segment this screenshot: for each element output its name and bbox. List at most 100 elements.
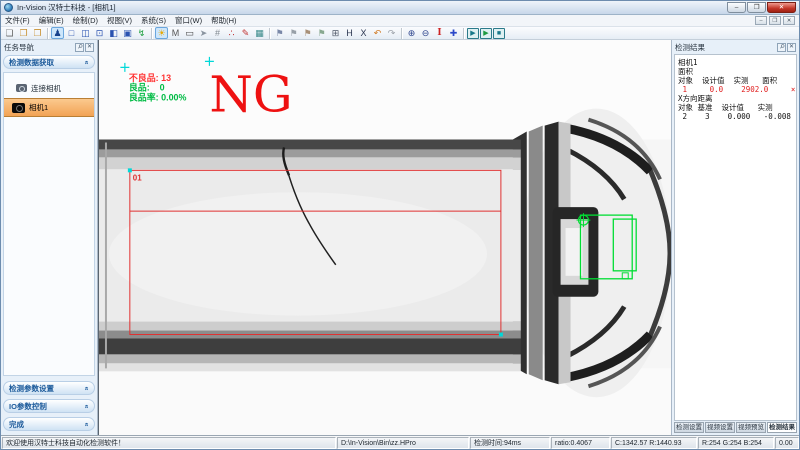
menu-item[interactable]: 系统(S) bbox=[141, 15, 166, 26]
menu-item[interactable]: 绘制(D) bbox=[73, 15, 98, 26]
collapse-chevron-icon[interactable]: » bbox=[84, 404, 91, 408]
menu-item[interactable]: 窗口(W) bbox=[175, 15, 202, 26]
pin-icon[interactable]: ⚲ bbox=[777, 43, 786, 52]
redo-icon[interactable]: ↷ bbox=[385, 27, 398, 39]
collapse-chevron-icon[interactable]: » bbox=[84, 386, 91, 390]
result-line: 相机1 bbox=[678, 58, 796, 67]
open-project-icon[interactable]: ❐ bbox=[31, 27, 44, 39]
app-window: In-Vision 汉特士科技 - [相机1] – ❐ ✕ 文件(F)编辑(E)… bbox=[0, 0, 800, 450]
result-tab[interactable]: 检测结果 bbox=[767, 422, 797, 433]
section-label: IO参数控制 bbox=[9, 401, 47, 412]
result-panel-title: 检测结果 bbox=[675, 42, 705, 53]
grid-icon[interactable]: # bbox=[211, 27, 224, 39]
fit-horizontal-icon[interactable]: H bbox=[343, 27, 356, 39]
status-welcome: 欢迎使用汉特士科技自动化检测软件！ bbox=[2, 437, 336, 449]
result-line: 面积 bbox=[678, 67, 796, 76]
run-once-button[interactable]: ▶ bbox=[467, 28, 479, 39]
status-rgb: R:254 G:254 B:254 bbox=[698, 437, 774, 449]
collapse-chevron-icon[interactable]: » bbox=[84, 422, 91, 426]
layout-grid-icon[interactable]: ▣ bbox=[121, 27, 134, 39]
result-list[interactable]: 相机1面积对象 设计值 实测 面积 1 0.0 2902.0 ×X方向距离对象 … bbox=[674, 54, 797, 421]
status-cursor-pos: C:1342.57 R:1440.93 bbox=[611, 437, 697, 449]
result-tabs: 检测设置视频设置视频预览检测结果 bbox=[674, 422, 797, 433]
layout-single-icon[interactable]: □ bbox=[65, 27, 78, 39]
task-panel-header: 任务导航 ⚲ ✕ bbox=[3, 41, 95, 53]
section-label: 检测参数设置 bbox=[9, 383, 54, 394]
undo-icon[interactable]: ↶ bbox=[371, 27, 384, 39]
child-close-button[interactable]: ✕ bbox=[783, 16, 795, 25]
flag-step2-icon[interactable]: ⚑ bbox=[287, 27, 300, 39]
task-panel-title: 任务导航 bbox=[4, 42, 34, 53]
open-folder-icon[interactable]: ❒ bbox=[17, 27, 30, 39]
layout-dot-icon[interactable]: ⊡ bbox=[93, 27, 106, 39]
acquisition-section-body: 连接相机 相机1 bbox=[3, 72, 95, 376]
layout-split-icon[interactable]: ◫ bbox=[79, 27, 92, 39]
section-检测参数设置[interactable]: 检测参数设置 » bbox=[3, 381, 95, 395]
section-完成[interactable]: 完成» bbox=[3, 417, 95, 431]
camera-icon bbox=[12, 103, 25, 113]
new-file-icon[interactable]: ❏ bbox=[3, 27, 16, 39]
image-icon[interactable]: ▦ bbox=[253, 27, 266, 39]
close-icon[interactable]: ✕ bbox=[787, 43, 796, 52]
menu-item[interactable]: 编辑(E) bbox=[39, 15, 64, 26]
section-data-acquisition[interactable]: 检测数据获取 » bbox=[3, 55, 95, 69]
child-window-controls: –❐✕ bbox=[755, 16, 795, 25]
run-button[interactable]: ▶ bbox=[480, 28, 492, 39]
connect-camera-label: 连接相机 bbox=[31, 83, 61, 94]
zoom-in-icon[interactable]: ⊕ bbox=[405, 27, 418, 39]
toolbar-separator bbox=[47, 28, 48, 39]
camera1-label: 相机1 bbox=[29, 102, 48, 113]
camera1-item[interactable]: 相机1 bbox=[4, 98, 94, 117]
child-restore-button[interactable]: ❐ bbox=[769, 16, 781, 25]
result-line: 对象 基准 设计值 实测 bbox=[678, 103, 796, 112]
flag-step1-icon[interactable]: ⚑ bbox=[273, 27, 286, 39]
flag-step3-icon[interactable]: ⚑ bbox=[301, 27, 314, 39]
section-IO参数控制[interactable]: IO参数控制 » bbox=[3, 399, 95, 413]
app-logo-icon bbox=[4, 3, 13, 12]
roi-region-label: 01 bbox=[133, 173, 142, 182]
toolbar-separator bbox=[463, 28, 464, 39]
status-ratio: ratio:0.4067 bbox=[551, 437, 610, 449]
result-tab[interactable]: 检测设置 bbox=[674, 422, 704, 433]
measure-m-icon[interactable]: M bbox=[169, 27, 182, 39]
section-label: 检测数据获取 bbox=[9, 57, 54, 68]
monitor-icon[interactable]: ▭ bbox=[183, 27, 196, 39]
toolbar-separator bbox=[401, 28, 402, 39]
close-button[interactable]: ✕ bbox=[767, 2, 796, 13]
pointer-icon[interactable]: ➤ bbox=[197, 27, 210, 39]
trigger-icon[interactable]: ↯ bbox=[135, 27, 148, 39]
menu-bar: 文件(F) 编辑(E) 绘制(D) 视图(V) 系统(S) 窗口(W) 帮助(H) –❐✕ bbox=[1, 15, 799, 27]
user-icon[interactable]: ♟ bbox=[51, 27, 64, 39]
collapse-chevron-icon[interactable]: » bbox=[84, 60, 91, 64]
status-bar: 欢迎使用汉特士科技自动化检测软件！D:\In-Vision\Bin\zz.HPr… bbox=[1, 435, 799, 449]
menu-item[interactable]: 视图(V) bbox=[107, 15, 132, 26]
layout-half-icon[interactable]: ◧ bbox=[107, 27, 120, 39]
status-detect-time: 检测时间:94ms bbox=[470, 437, 550, 449]
menu-item[interactable]: 文件(F) bbox=[5, 15, 30, 26]
child-minimize-button[interactable]: – bbox=[755, 16, 767, 25]
flag-step4-icon[interactable]: ⚑ bbox=[315, 27, 328, 39]
spray-icon[interactable]: ∴ bbox=[225, 27, 238, 39]
brush-icon[interactable]: ✎ bbox=[239, 27, 252, 39]
light-source-icon[interactable]: ☀ bbox=[155, 27, 168, 39]
move-icon[interactable]: ✚ bbox=[447, 27, 460, 39]
toolbar: ❏❒❐♟□◫⊡◧▣↯☀M▭➤#∴✎▦⚑⚑⚑⚑⊞HX↶↷⊕⊖I✚▶▶■ bbox=[1, 27, 799, 40]
close-icon[interactable]: ✕ bbox=[85, 43, 94, 52]
pin-icon[interactable]: ⚲ bbox=[75, 43, 84, 52]
content-area: 任务导航 ⚲ ✕ 检测数据获取 » 连接相机 相机1 bbox=[1, 40, 799, 435]
connect-camera-item[interactable]: 连接相机 bbox=[4, 80, 94, 96]
toolbar-separator bbox=[269, 28, 270, 39]
camera-view[interactable]: 01 不良品: 13 bbox=[98, 40, 671, 435]
stat-yield-rate: 良品率: 0.00% bbox=[129, 92, 187, 103]
ruler-icon[interactable]: I bbox=[433, 27, 446, 39]
minimize-button[interactable]: – bbox=[727, 2, 746, 13]
zoom-out-icon[interactable]: ⊖ bbox=[419, 27, 432, 39]
result-tab[interactable]: 视频预览 bbox=[736, 422, 766, 433]
fit-x-icon[interactable]: X bbox=[357, 27, 370, 39]
roi-grid-icon[interactable]: ⊞ bbox=[329, 27, 342, 39]
menu-item[interactable]: 帮助(H) bbox=[211, 15, 236, 26]
stop-button[interactable]: ■ bbox=[493, 28, 505, 39]
restore-button[interactable]: ❐ bbox=[747, 2, 766, 13]
result-tab[interactable]: 视频设置 bbox=[705, 422, 735, 433]
result-panel-header: 检测结果 ⚲ ✕ bbox=[674, 41, 797, 53]
